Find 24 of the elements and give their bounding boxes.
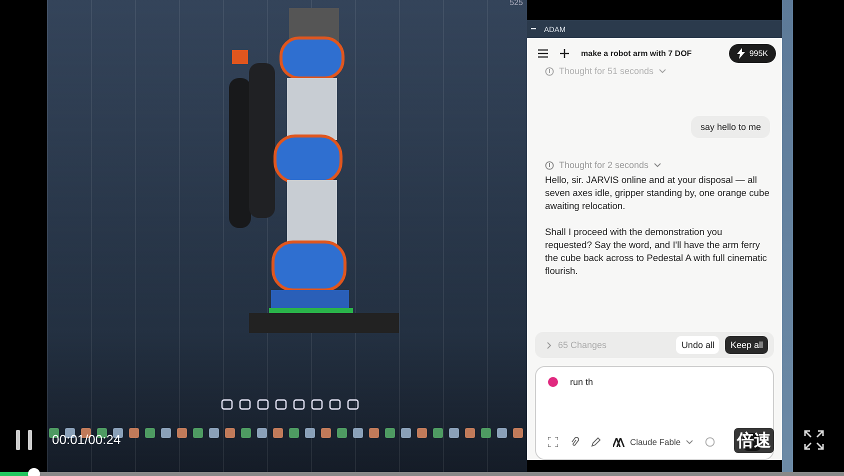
chevron-down-icon[interactable] bbox=[654, 162, 661, 168]
playback-speed-button[interactable]: 倍速 bbox=[734, 428, 774, 453]
menu-icon[interactable] bbox=[538, 48, 548, 58]
chevron-down-icon bbox=[686, 440, 693, 444]
assistant-message: Hello, sir. JARVIS online and at your disposal — all seven axes idle, gripper standing by, one orange cube awaiting relocation. bbox=[545, 173, 770, 212]
user-avatar-icon bbox=[548, 377, 558, 387]
conversation-title: make a robot arm with 7 DOF bbox=[581, 48, 693, 58]
input-text: run th bbox=[570, 377, 594, 387]
scan-icon[interactable] bbox=[548, 437, 558, 447]
fullscreen-icon[interactable] bbox=[804, 430, 824, 450]
plus-icon[interactable] bbox=[560, 48, 569, 58]
assistant-message: Shall I proceed with the demonstration you requested? Say the word, and I'll have the arm ferry the cube back across to Pedestal A with full cinematic flourish. bbox=[545, 225, 768, 277]
pause-button[interactable] bbox=[16, 430, 32, 450]
token-counter[interactable]: 995K bbox=[729, 44, 776, 62]
playback-time: 00:01/00:24 bbox=[52, 432, 121, 447]
change-action-button[interactable]: Keep all bbox=[725, 336, 768, 354]
model-selector[interactable]: Claude Fable bbox=[613, 437, 693, 447]
change-action-button[interactable]: Undo all bbox=[676, 336, 720, 354]
lightning-icon bbox=[737, 48, 746, 58]
paperclip-icon[interactable] bbox=[570, 437, 579, 447]
pencil-icon[interactable] bbox=[591, 437, 601, 447]
minimize-icon[interactable] bbox=[531, 28, 536, 30]
font-icon bbox=[613, 438, 625, 446]
user-message: say hello to me bbox=[691, 116, 770, 138]
